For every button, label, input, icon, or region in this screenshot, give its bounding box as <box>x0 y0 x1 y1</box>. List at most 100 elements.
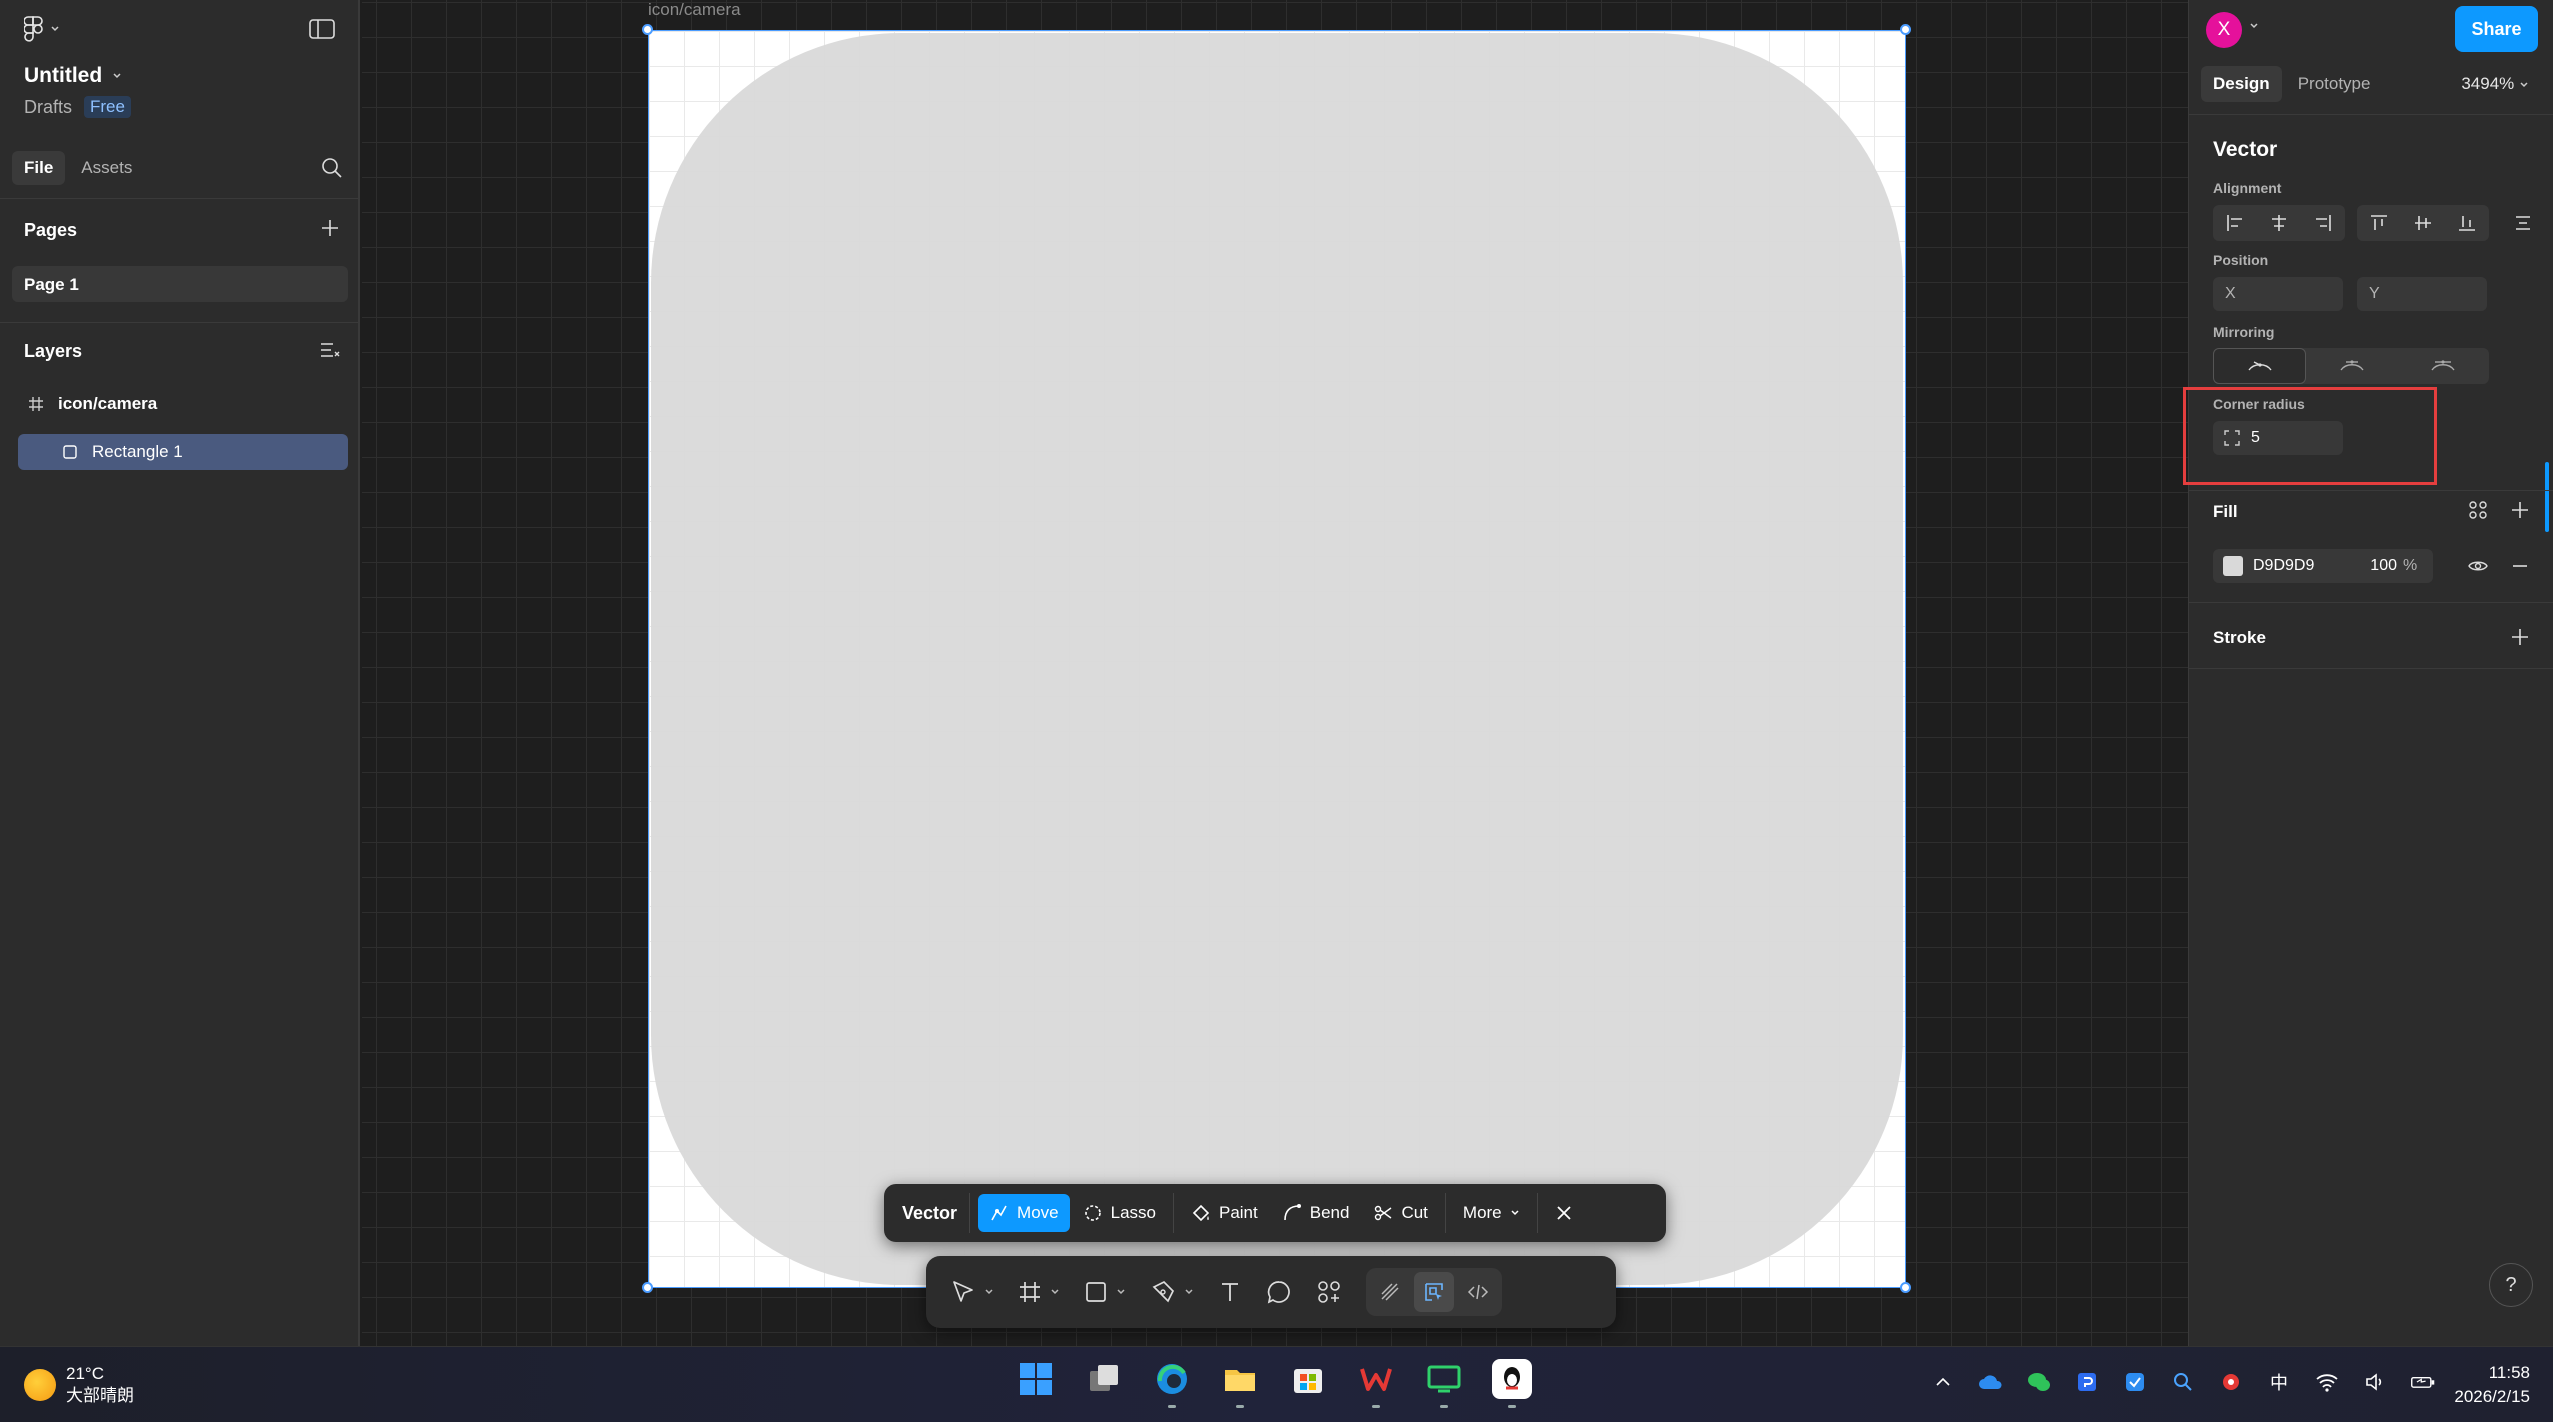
tab-assets[interactable]: Assets <box>69 151 144 185</box>
resize-handle-top-left[interactable] <box>642 24 653 35</box>
clock-date: 2026/2/15 <box>2454 1387 2530 1406</box>
horizontal-alignment-group <box>2213 205 2345 241</box>
fill-hex-value[interactable]: D9D9D9 <box>2253 557 2357 575</box>
zoom-dropdown[interactable]: 3494% <box>2461 74 2529 94</box>
align-right-icon[interactable] <box>2301 205 2345 241</box>
temperature: 21°C <box>66 1364 104 1383</box>
input-method-indicator[interactable]: 中 <box>2266 1369 2292 1395</box>
avatar[interactable]: X <box>2206 12 2242 48</box>
layers-options-icon[interactable] <box>318 338 342 362</box>
bend-button[interactable]: Bend <box>1271 1194 1361 1232</box>
rectangle-shape[interactable] <box>651 33 1903 1285</box>
pages-title: Pages <box>24 220 78 240</box>
layer-label: icon/camera <box>58 394 158 413</box>
chevron-down-icon <box>1051 1289 1059 1295</box>
file-name: Untitled <box>24 64 103 87</box>
stroke-title: Stroke <box>2213 628 2266 647</box>
corner-radius-field[interactable]: 5 <box>2213 421 2343 455</box>
layer-icon-camera[interactable]: icon/camera <box>18 386 348 422</box>
onedrive-icon[interactable] <box>1978 1369 2004 1395</box>
show-hidden-icons-icon[interactable] <box>1930 1369 1956 1395</box>
volume-icon[interactable] <box>2362 1369 2388 1395</box>
weather-widget[interactable]: 21°C 大部晴朗 <box>24 1363 134 1407</box>
edge-browser-icon[interactable] <box>1152 1359 1192 1408</box>
remove-fill-icon[interactable] <box>2509 555 2531 582</box>
lasso-button[interactable]: Lasso <box>1072 1194 1167 1232</box>
security-tray-icon[interactable] <box>2218 1369 2244 1395</box>
search-tray-icon[interactable] <box>2170 1369 2196 1395</box>
styles-grid-icon[interactable] <box>2467 499 2489 526</box>
clock[interactable]: 11:58 2026/2/15 <box>2440 1361 2530 1409</box>
align-left-icon[interactable] <box>2213 205 2257 241</box>
share-button[interactable]: Share <box>2455 6 2538 52</box>
search-icon[interactable] <box>320 156 344 180</box>
fill-row[interactable]: D9D9D9 100 % <box>2213 549 2433 583</box>
vector-edit-toolbar: Vector Move Lasso Paint Bend Cut More <box>884 1184 1666 1242</box>
position-x-field[interactable]: X <box>2213 277 2343 311</box>
mirroring-label: Mirroring <box>2213 324 2275 340</box>
file-explorer-icon[interactable] <box>1220 1359 1260 1408</box>
qq-icon[interactable] <box>1492 1359 1532 1408</box>
text-tool-button[interactable] <box>1208 1268 1252 1316</box>
position-y-field[interactable]: Y <box>2357 277 2487 311</box>
design-mode-icon[interactable] <box>1414 1272 1454 1312</box>
tab-file[interactable]: File <box>12 151 66 185</box>
frame-label[interactable]: icon/camera <box>648 0 741 20</box>
page-item-page-1[interactable]: Page 1 <box>12 266 348 302</box>
windows-start-icon[interactable] <box>1016 1359 1056 1399</box>
resize-handle-bottom-right[interactable] <box>1900 1282 1911 1293</box>
move-button[interactable]: Move <box>978 1194 1070 1232</box>
align-top-icon[interactable] <box>2357 205 2401 241</box>
fill-opacity-value[interactable]: 100 <box>2357 557 2397 575</box>
wechat-icon[interactable] <box>2026 1369 2052 1395</box>
app-tray-icon[interactable] <box>2074 1369 2100 1395</box>
text-tool-icon <box>1222 1283 1238 1301</box>
frame-tool-button[interactable] <box>1008 1268 1070 1316</box>
align-middle-vertical-icon[interactable] <box>2401 205 2445 241</box>
align-center-horizontal-icon[interactable] <box>2257 205 2301 241</box>
wps-office-icon[interactable] <box>1356 1359 1396 1408</box>
sidebar-toggle-icon[interactable] <box>308 18 336 40</box>
add-stroke-icon[interactable] <box>2509 626 2531 653</box>
more-button[interactable]: More <box>1452 1194 1531 1232</box>
add-fill-icon[interactable] <box>2509 499 2531 526</box>
tab-prototype[interactable]: Prototype <box>2286 66 2383 102</box>
visibility-eye-icon[interactable] <box>2467 555 2489 582</box>
close-icon[interactable] <box>1544 1194 1584 1232</box>
panel-scrollbar[interactable] <box>2545 462 2549 532</box>
microsoft-store-icon[interactable] <box>1288 1359 1328 1399</box>
tab-design[interactable]: Design <box>2201 66 2282 102</box>
layer-rectangle-1[interactable]: Rectangle 1 <box>18 434 348 470</box>
chat-app-icon[interactable] <box>1424 1359 1464 1408</box>
frame-icon <box>29 397 43 411</box>
help-button[interactable]: ? <box>2489 1263 2533 1307</box>
draw-mode-icon[interactable] <box>1370 1272 1410 1312</box>
cut-button[interactable]: Cut <box>1362 1194 1438 1232</box>
todo-tray-icon[interactable] <box>2122 1369 2148 1395</box>
canvas[interactable]: icon/camera Vector Move Lasso Paint Bend… <box>362 0 2188 1346</box>
align-bottom-icon[interactable] <box>2445 205 2489 241</box>
main-menu-button[interactable] <box>24 16 60 42</box>
mirror-angle-length-icon[interactable] <box>2398 348 2489 384</box>
task-view-icon[interactable] <box>1084 1359 1124 1399</box>
frame-icon-camera[interactable] <box>648 30 1906 1288</box>
pen-tool-button[interactable] <box>1140 1268 1204 1316</box>
paint-button[interactable]: Paint <box>1180 1194 1269 1232</box>
fill-color-swatch[interactable] <box>2223 556 2243 576</box>
move-tool-button[interactable] <box>940 1268 1004 1316</box>
file-title[interactable]: Untitled <box>24 64 122 88</box>
mirror-angle-icon[interactable] <box>2306 348 2397 384</box>
mirror-none-icon[interactable] <box>2213 348 2307 384</box>
wifi-icon[interactable] <box>2314 1369 2340 1395</box>
resize-handle-bottom-left[interactable] <box>642 1282 653 1293</box>
dev-mode-icon[interactable] <box>1458 1272 1498 1312</box>
resize-handle-top-right[interactable] <box>1900 24 1911 35</box>
fill-opacity-unit: % <box>2403 557 2418 574</box>
battery-icon[interactable] <box>2410 1369 2436 1395</box>
rectangle-tool-button[interactable] <box>1074 1268 1136 1316</box>
chevron-down-icon[interactable] <box>2249 22 2259 30</box>
distribute-icon[interactable] <box>2501 205 2545 241</box>
add-page-icon[interactable] <box>318 216 342 240</box>
actions-tool-button[interactable] <box>1306 1268 1352 1316</box>
comment-tool-button[interactable] <box>1256 1268 1302 1316</box>
